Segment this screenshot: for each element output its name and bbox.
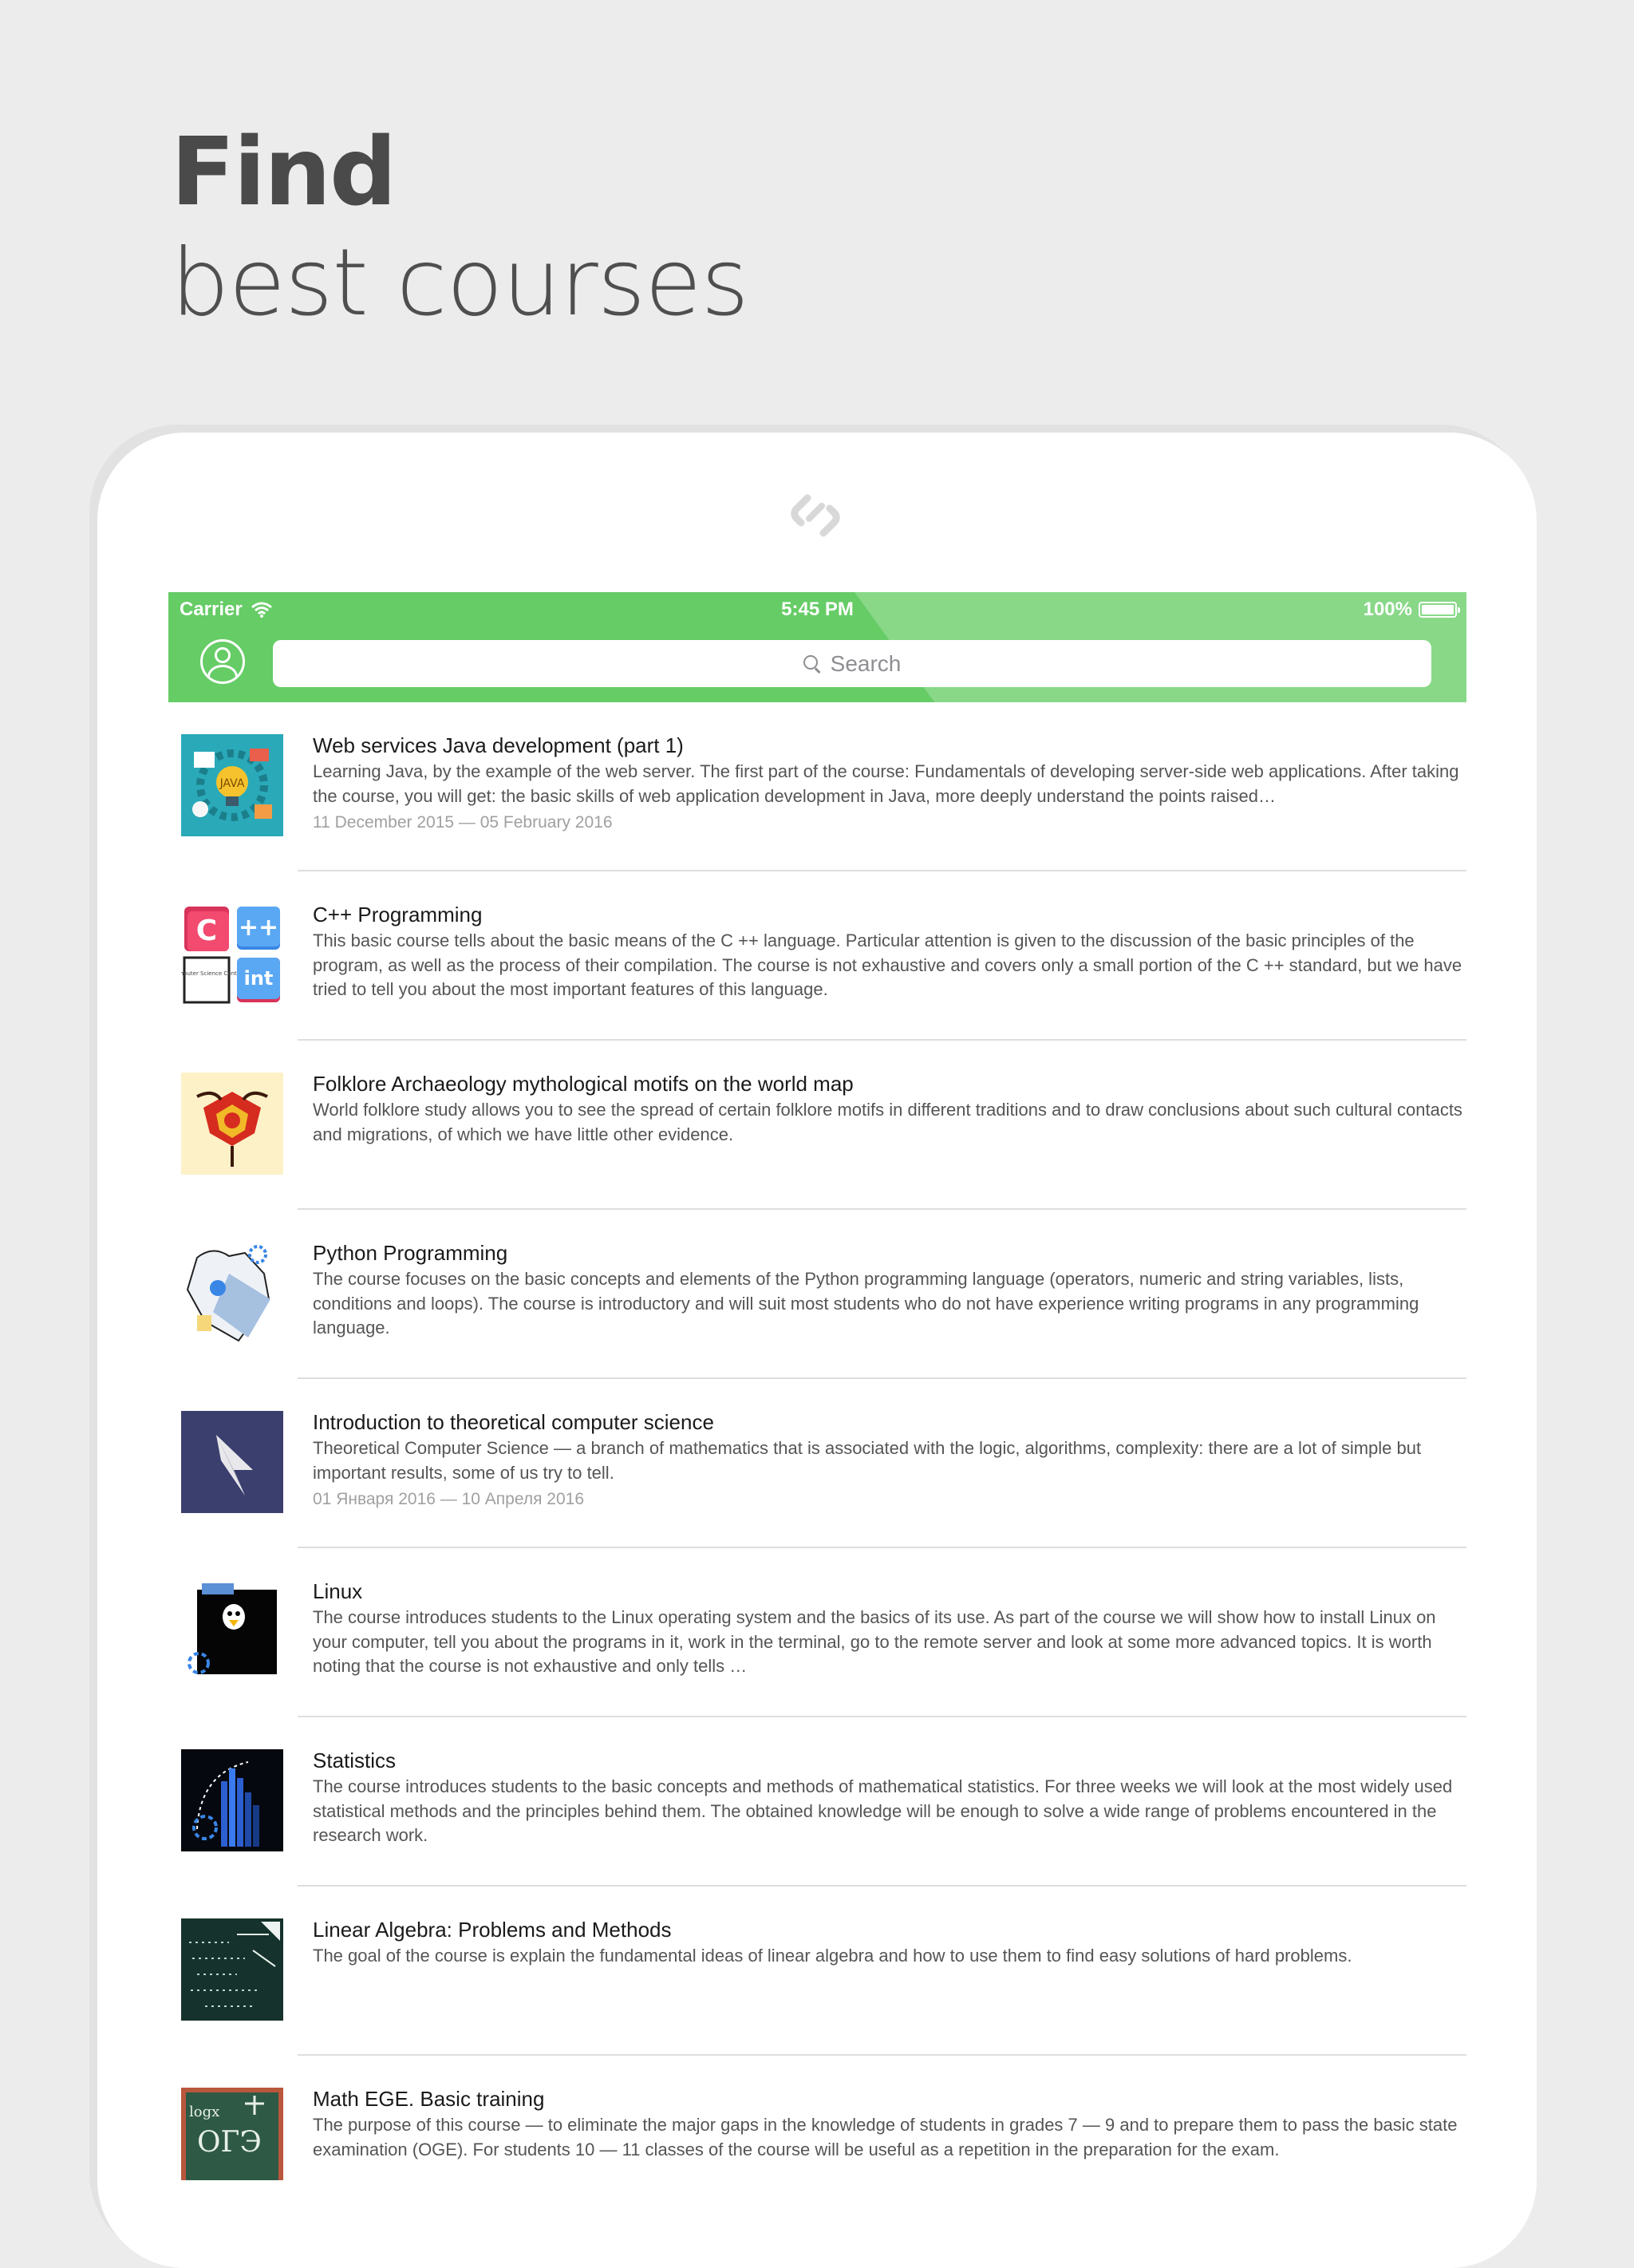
course-row-cpp[interactable]: C ++ Computer Science Center int C++ Pro…	[168, 871, 1466, 1041]
course-list: JAVA Web services Java development (part…	[168, 702, 1466, 2180]
headline-best-courses: best courses	[171, 229, 749, 337]
math-ege-icon: logx ОГЭ	[181, 2088, 283, 2180]
svg-text:int: int	[244, 967, 274, 990]
course-title: Folklore Archaeology mythological motifs…	[313, 1072, 854, 1096]
search-placeholder: Search	[830, 650, 902, 676]
stepik-logo-icon	[791, 494, 840, 537]
course-row-linear-algebra[interactable]: Linear Algebra: Problems and Methods The…	[168, 1887, 1466, 2056]
course-description: The course focuses on the basic concepts…	[313, 1269, 1419, 1337]
search-icon	[803, 654, 821, 673]
course-row-python[interactable]: Python Programming The course focuses on…	[168, 1210, 1466, 1379]
course-dates: 01 Января 2016 — 10 Апреля 2016	[313, 1490, 584, 1508]
course-description: World folklore study allows you to see t…	[313, 1100, 1462, 1144]
course-title: Web services Java development (part 1)	[313, 733, 684, 757]
app-screen: Carrier 5:45 PM 100% Search JAVA Web ser…	[168, 592, 1466, 2180]
svg-text:ОГЭ: ОГЭ	[197, 2126, 262, 2159]
battery-icon	[1419, 602, 1460, 618]
profile-icon[interactable]	[200, 639, 245, 684]
course-title: Linux	[313, 1579, 363, 1603]
svg-text:C: C	[196, 915, 217, 947]
course-row-linux[interactable]: Linux The course introduces students to …	[168, 1548, 1466, 1717]
course-description: The goal of the course is explain the fu…	[313, 1946, 1352, 1966]
course-description: The purpose of this course — to eliminat…	[313, 2115, 1458, 2159]
linux-icon	[181, 1580, 283, 1682]
course-title: Math EGE. Basic training	[313, 2087, 545, 2111]
course-title: Python Programming	[313, 1241, 508, 1265]
clock: 5:45 PM	[781, 599, 854, 620]
course-description: The course introduces students to the Li…	[313, 1607, 1436, 1676]
course-title: C++ Programming	[313, 903, 483, 927]
course-title: Linear Algebra: Problems and Methods	[313, 1918, 672, 1942]
course-description: Theoretical Computer Science — a branch …	[313, 1438, 1422, 1483]
svg-text:++: ++	[239, 914, 278, 942]
cpp-icon: C ++ Computer Science Center int	[181, 903, 283, 1006]
course-dates: 11 December 2015 — 05 February 2016	[313, 813, 613, 832]
battery: 100%	[1363, 599, 1460, 621]
course-row-theoretical-cs[interactable]: Introduction to theoretical computer sci…	[168, 1379, 1466, 1548]
svg-text:Computer Science Center: Computer Science Center	[181, 970, 243, 977]
svg-text:JAVA: JAVA	[219, 777, 245, 790]
headline-find: Find	[171, 117, 397, 227]
search-input[interactable]: Search	[273, 640, 1431, 687]
course-row-java[interactable]: JAVA Web services Java development (part…	[168, 702, 1466, 871]
folklore-icon	[181, 1073, 283, 1175]
java-icon: JAVA	[181, 734, 283, 836]
course-description: This basic course tells about the basic …	[313, 931, 1462, 999]
python-icon	[181, 1242, 283, 1344]
course-description: Learning Java, by the example of the web…	[313, 761, 1459, 806]
headline: Find best courses	[171, 117, 749, 343]
svg-text:logx: logx	[189, 2104, 219, 2120]
course-row-math-ege[interactable]: logx ОГЭ Math EGE. Basic training The pu…	[168, 2056, 1466, 2180]
cursor-icon	[181, 1411, 283, 1513]
course-title: Statistics	[313, 1748, 397, 1772]
course-row-folklore[interactable]: Folklore Archaeology mythological motifs…	[168, 1041, 1466, 1210]
course-title: Introduction to theoretical computer sci…	[313, 1410, 714, 1434]
course-description: The course introduces students to the ba…	[313, 1776, 1453, 1845]
status-bar: Carrier 5:45 PM 100%	[168, 592, 1466, 627]
battery-percent: 100%	[1363, 599, 1412, 620]
course-row-statistics[interactable]: Statistics The course introduces student…	[168, 1717, 1466, 1887]
navigation-bar: Carrier 5:45 PM 100% Search	[168, 592, 1466, 702]
linear-algebra-icon	[181, 1918, 283, 2021]
statistics-icon	[181, 1749, 283, 1851]
